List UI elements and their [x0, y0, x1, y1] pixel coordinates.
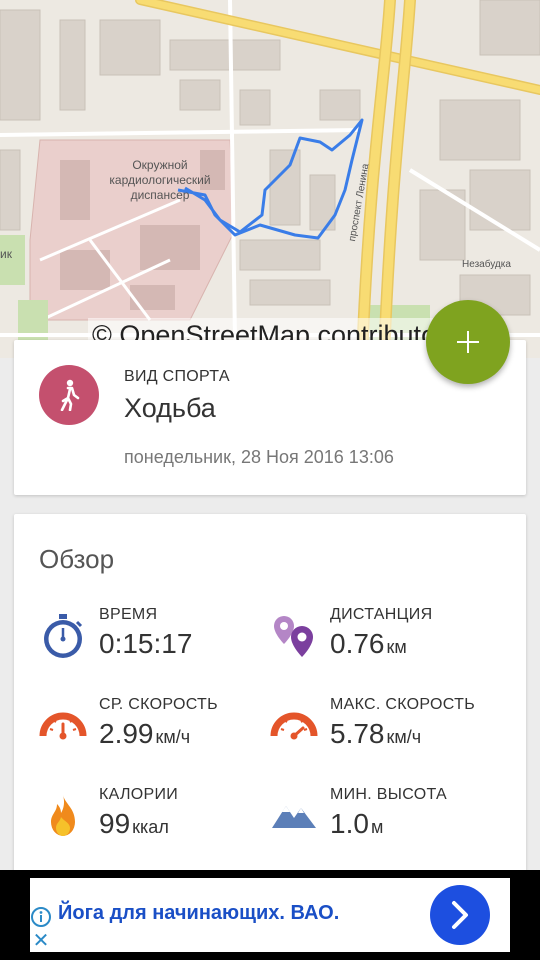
- map-label-hospital: Окружной кардиологический диспансер: [109, 158, 211, 202]
- stat-min-altitude-label: МИН. ВЫСОТА: [330, 786, 447, 803]
- stat-min-altitude: МИН. ВЫСОТА 1.0 м: [270, 786, 510, 856]
- overview-title: Обзор: [39, 544, 115, 574]
- stat-max-speed-label: МАКС. СКОРОСТЬ: [330, 696, 475, 713]
- activity-date: понедельник, 28 Ноя 2016 13:06: [124, 447, 394, 467]
- stopwatch-icon: [44, 614, 83, 658]
- stat-min-altitude-value: 1.0: [330, 808, 369, 839]
- ad-text[interactable]: Йога для начинающих. ВАО.: [58, 902, 339, 925]
- stat-max-speed-value: 5.78: [330, 718, 385, 749]
- stat-min-altitude-unit: м: [370, 817, 384, 837]
- mountains-icon: [272, 806, 316, 828]
- stat-max-speed-unit: км/ч: [386, 727, 422, 747]
- stat-max-speed: МАКС. СКОРОСТЬ 5.78 км/ч: [270, 696, 510, 766]
- stat-distance-value: 0.76: [330, 628, 385, 659]
- overview-card: Обзор ВРЕМЯ 0:15:17 ДИСТАНЦИЯ 0.76 км СР…: [14, 514, 526, 874]
- stat-avg-speed-unit: км/ч: [155, 727, 191, 747]
- chevron-right-icon: [452, 901, 468, 929]
- add-button[interactable]: [426, 300, 510, 384]
- walking-person-icon: [60, 379, 80, 411]
- plus-icon: [457, 331, 479, 353]
- stat-distance: ДИСТАНЦИЯ 0.76 км: [270, 606, 510, 676]
- ad-banner[interactable]: ✕ Йога для начинающих. ВАО.: [30, 878, 510, 952]
- stat-distance-unit: км: [386, 637, 407, 657]
- sport-type-label: ВИД СПОРТА: [124, 368, 230, 385]
- stat-calories-label: КАЛОРИИ: [99, 786, 179, 803]
- stat-avg-speed: СР. СКОРОСТЬ 2.99 км/ч: [39, 696, 279, 766]
- stat-distance-label: ДИСТАНЦИЯ: [330, 606, 433, 623]
- speedometer-icon: [39, 712, 87, 740]
- map-label-district: Незабудка: [462, 259, 511, 270]
- map-pins-icon: [274, 616, 313, 657]
- stat-time-label: ВРЕМЯ: [99, 606, 158, 623]
- info-icon[interactable]: [30, 906, 52, 928]
- stat-time: ВРЕМЯ 0:15:17: [39, 606, 279, 676]
- map-label-left-edge: ик: [0, 247, 12, 261]
- ad-bar: ✕ Йога для начинающих. ВАО.: [0, 870, 540, 960]
- sport-avatar: [39, 365, 99, 425]
- ad-open-button[interactable]: [430, 885, 490, 945]
- stat-calories-unit: ккал: [132, 817, 169, 837]
- stat-calories: КАЛОРИИ 99 ккал: [39, 786, 279, 856]
- stat-time-value: 0:15:17: [99, 628, 193, 659]
- flame-icon: [51, 795, 75, 836]
- speedometer-max-icon: [270, 712, 318, 740]
- stat-avg-speed-label: СР. СКОРОСТЬ: [99, 696, 218, 713]
- stat-avg-speed-value: 2.99: [99, 718, 154, 749]
- sport-name: Ходьба: [124, 393, 216, 423]
- stat-calories-value: 99: [99, 808, 131, 839]
- close-icon[interactable]: ✕: [30, 930, 52, 952]
